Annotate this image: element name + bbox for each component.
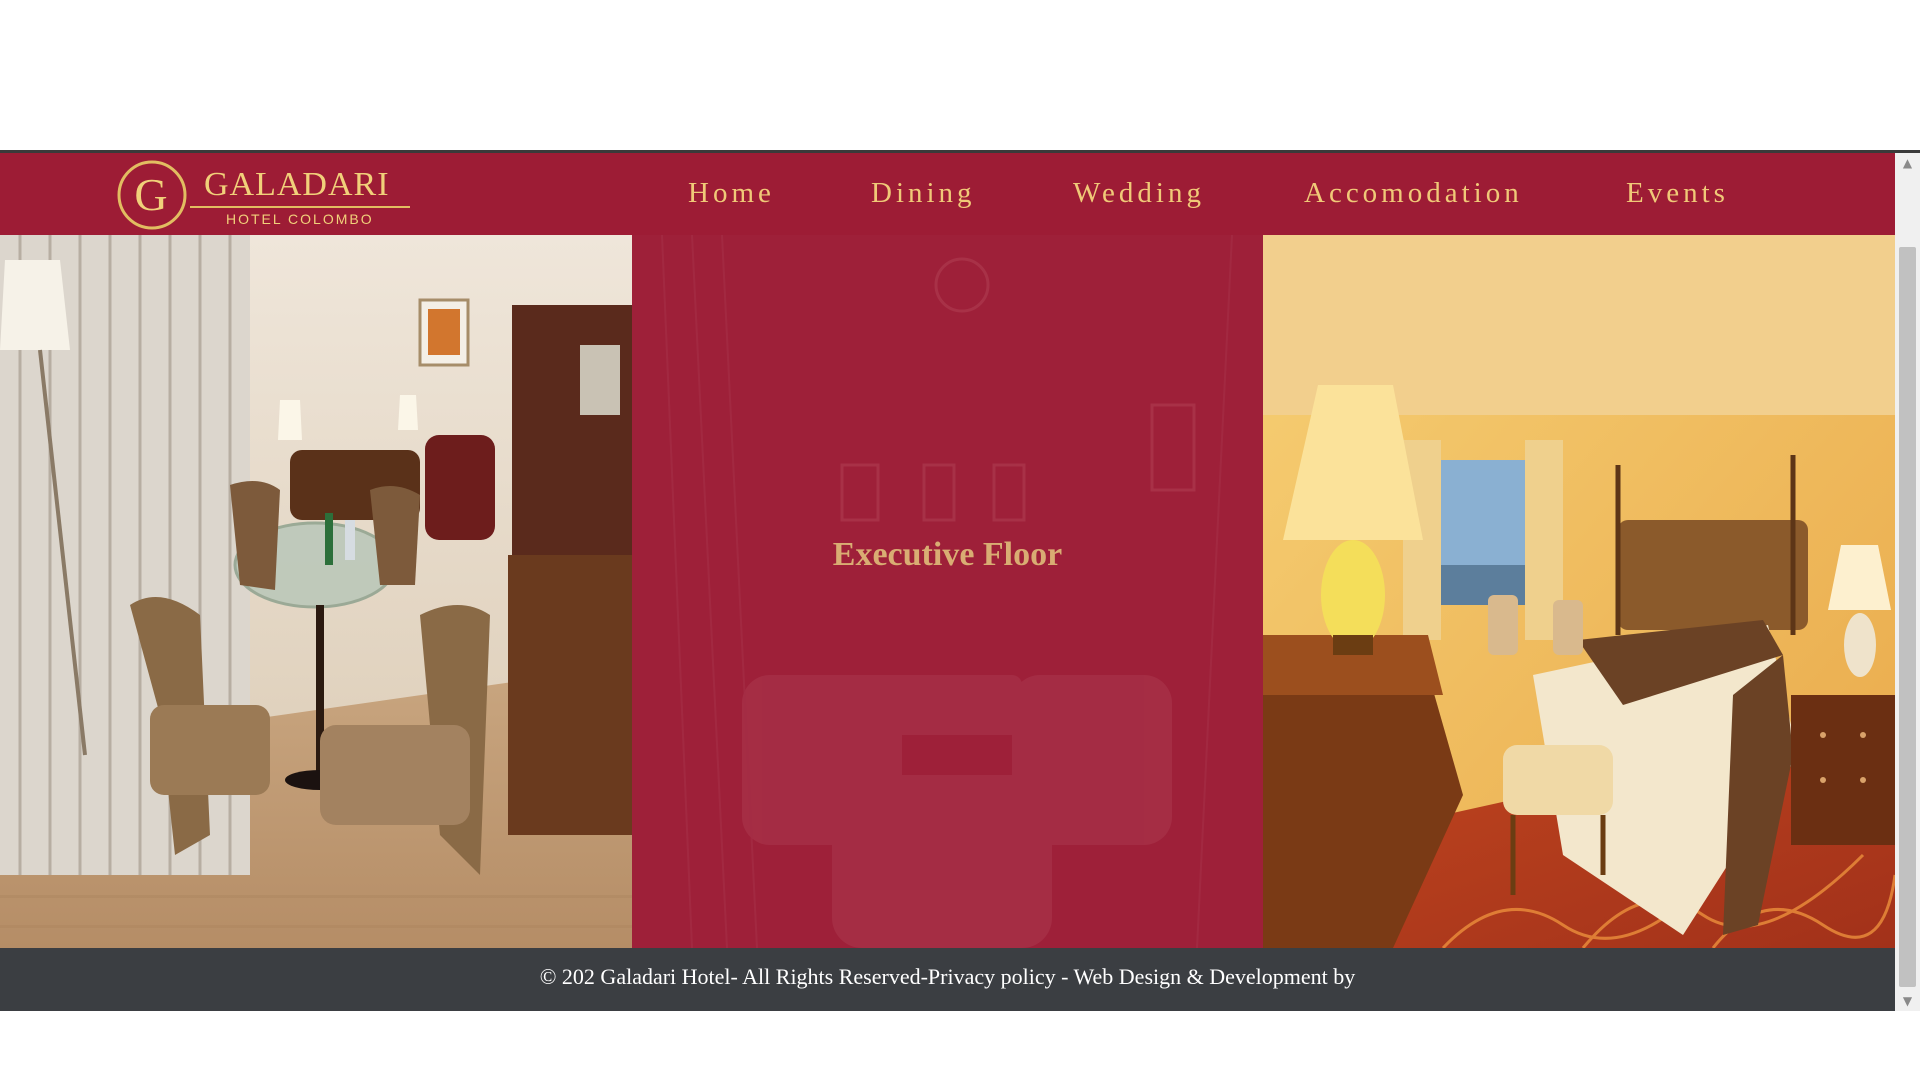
browser-frame: G GALADARI HOTEL COLOMBO Home Dining Wed… <box>0 150 1920 1011</box>
bedroom-image <box>1263 235 1895 948</box>
scroll-up-arrow-icon[interactable]: ▲ <box>1895 153 1920 173</box>
footer-copyright: © 202 Galadari Hotel- All Rights Reserve… <box>539 964 1356 989</box>
scroll-down-arrow-icon[interactable]: ▼ <box>1895 991 1920 1011</box>
page-top-whitespace <box>0 0 1920 150</box>
site-footer: © 202 Galadari Hotel- All Rights Reserve… <box>0 948 1895 1011</box>
site-header: G GALADARI HOTEL COLOMBO Home Dining Wed… <box>0 153 1895 235</box>
room-photo-suite[interactable] <box>0 235 632 948</box>
room-photo-bedroom[interactable] <box>1263 235 1895 948</box>
executive-floor-image <box>632 235 1263 948</box>
suite-image <box>0 235 632 948</box>
nav-dining[interactable]: Dining <box>871 175 976 211</box>
room-gallery: Executive Floor <box>0 235 1895 948</box>
nav-wedding[interactable]: Wedding <box>1073 175 1205 211</box>
nav-events[interactable]: Events <box>1626 175 1729 211</box>
nav-home[interactable]: Home <box>688 175 775 211</box>
main-navigation: Home Dining Wedding Accomodation Events <box>0 153 1895 235</box>
executive-floor-title: Executive Floor <box>832 536 1063 573</box>
scrollbar-thumb[interactable] <box>1899 247 1916 987</box>
nav-accomodation[interactable]: Accomodation <box>1304 175 1523 211</box>
vertical-scrollbar[interactable]: ▲ ▼ <box>1895 153 1920 1011</box>
page-viewport: G GALADARI HOTEL COLOMBO Home Dining Wed… <box>0 153 1895 1011</box>
room-photo-executive-floor[interactable]: Executive Floor <box>632 235 1263 948</box>
